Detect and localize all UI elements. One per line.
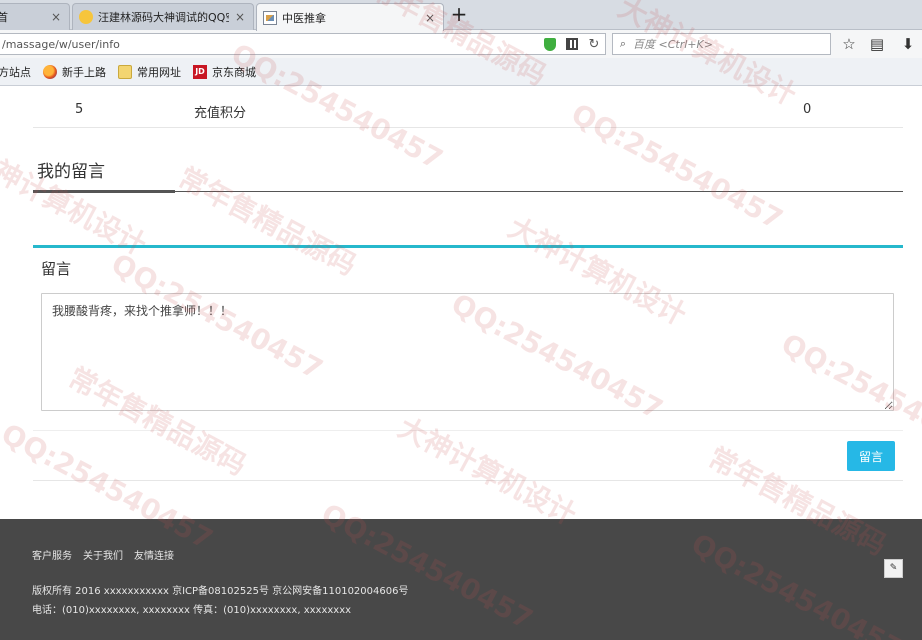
bookmark-label: 方站点 <box>0 65 31 79</box>
browser-nav-bar: /massage/w/user/info ↻ ⌕ 百度 <Ctrl+K> ☆ ▤… <box>0 30 922 58</box>
table-row: 5 充值积分 0 <box>33 95 903 128</box>
submit-message-button[interactable]: 留言 <box>847 441 895 471</box>
message-panel: 留言 <box>33 245 903 431</box>
bookmark-star-icon[interactable]: ☆ <box>839 35 859 55</box>
address-bar[interactable]: /massage/w/user/info ↻ <box>0 33 606 55</box>
search-box[interactable]: ⌕ 百度 <Ctrl+K> <box>612 33 831 55</box>
folder-icon <box>118 64 132 79</box>
close-icon[interactable]: × <box>49 10 63 24</box>
close-icon[interactable]: × <box>423 11 437 25</box>
close-icon[interactable]: × <box>233 10 247 24</box>
message-textarea[interactable] <box>41 293 894 411</box>
jd-icon: JD <box>193 64 207 79</box>
bookmark-label: 常用网址 <box>137 65 181 79</box>
page-icon <box>263 10 277 25</box>
row-index: 5 <box>75 102 84 117</box>
reading-list-icon[interactable]: ▤ <box>867 35 887 55</box>
browser-tab-2[interactable]: 汪建林源码大神调试的QQ空 × <box>72 3 254 30</box>
shield-icon[interactable] <box>539 34 561 54</box>
active-tab-indicator <box>33 190 175 193</box>
download-icon[interactable]: ⬇ <box>898 35 918 55</box>
tab-title: 首 <box>0 9 45 25</box>
new-tab-button[interactable]: + <box>448 3 470 27</box>
bookmark-item[interactable]: JD 京东商城 <box>193 64 256 80</box>
contact-text: 电话：(010)xxxxxxxx, xxxxxxxx 传真：(010)xxxxx… <box>32 605 352 616</box>
footer-link-friend-links[interactable]: 友情连接 <box>134 547 174 562</box>
reload-icon[interactable]: ↻ <box>583 34 605 54</box>
firefox-icon <box>43 64 57 79</box>
divider <box>33 480 903 481</box>
footer-link-customer-service[interactable]: 客户服务 <box>32 547 72 562</box>
bookmark-item[interactable]: 方站点 <box>0 64 31 80</box>
copyright-text: 版权所有 2016 xxxxxxxxxxx 京ICP备08102525号 京公网… <box>32 586 409 597</box>
browser-tab-3[interactable]: 中医推拿 × <box>256 3 444 31</box>
page-footer: 客户服务 关于我们 友情连接 版权所有 2016 xxxxxxxxxxx 京IC… <box>0 519 922 640</box>
bookmark-item[interactable]: 常用网址 <box>118 64 181 80</box>
bookmark-label: 京东商城 <box>212 65 256 79</box>
browser-tab-1[interactable]: 首 × <box>0 3 70 30</box>
bookmark-label: 新手上路 <box>62 65 106 79</box>
bookmarks-bar: 方站点 新手上路 常用网址 JD 京东商城 <box>0 58 922 86</box>
tab-title: 汪建林源码大神调试的QQ空 <box>98 11 229 24</box>
panel-title: 留言 <box>41 260 72 278</box>
row-value: 0 <box>803 102 812 117</box>
bookmark-item[interactable]: 新手上路 <box>43 64 106 80</box>
footer-links: 客户服务 关于我们 友情连接 <box>32 547 185 562</box>
qq-icon <box>79 10 93 24</box>
page-content: 5 充值积分 0 我的留言 留言 留言 <box>0 87 922 519</box>
row-label: 充值积分 <box>194 106 247 121</box>
qr-code-icon[interactable] <box>561 34 583 54</box>
url-text[interactable]: /massage/w/user/info <box>2 38 539 51</box>
divider <box>33 430 903 431</box>
search-icon: ⌕ <box>619 37 627 50</box>
browser-tab-bar: 首 × 汪建林源码大神调试的QQ空 × 中医推拿 × + <box>0 0 922 31</box>
edit-icon[interactable]: ✎ <box>884 559 903 578</box>
tab-title: 中医推拿 <box>282 11 326 25</box>
footer-link-about-us[interactable]: 关于我们 <box>83 547 123 562</box>
search-placeholder[interactable]: 百度 <Ctrl+K> <box>633 36 713 52</box>
section-title[interactable]: 我的留言 <box>37 157 105 182</box>
